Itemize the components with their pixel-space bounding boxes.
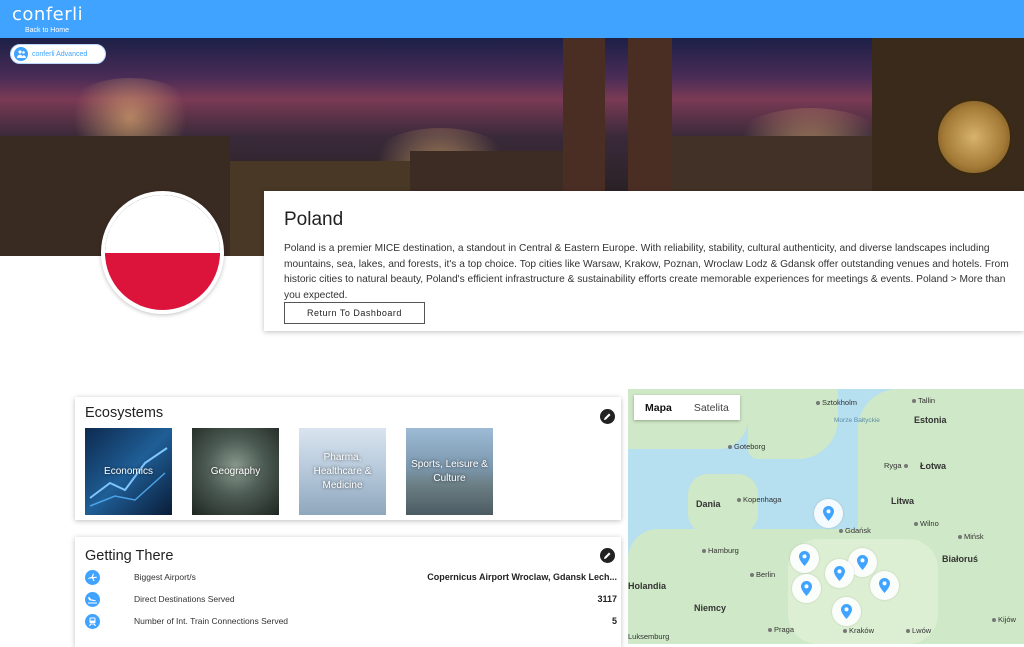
conferli-logo[interactable]: conferli xyxy=(12,4,83,25)
train-icon xyxy=(85,613,100,629)
map-city-label: Wilno xyxy=(914,519,939,528)
map-marker-krakow[interactable] xyxy=(832,597,861,626)
airplane-landing-icon xyxy=(85,591,100,607)
advanced-label: conferli Advanced xyxy=(32,50,88,58)
return-to-dashboard-button[interactable]: Return To Dashboard xyxy=(284,302,425,324)
map-city-label: Mińsk xyxy=(958,532,984,541)
row-label: Direct Destinations Served xyxy=(134,594,235,604)
ecosystem-tile-geography[interactable]: Geography xyxy=(192,428,279,515)
getting-there-row: Biggest Airport/s Copernicus Airport Wro… xyxy=(85,566,617,588)
ecosystems-title: Ecosystems xyxy=(85,405,164,421)
map-country-label: Estonia xyxy=(914,415,947,425)
clock-tower-face xyxy=(935,98,1013,176)
map-tab-satelita[interactable]: Satelita xyxy=(683,395,740,420)
getting-there-title: Getting There xyxy=(85,548,174,564)
top-bar: conferli Back to Home xyxy=(0,0,1024,38)
map-tab-mapa[interactable]: Mapa xyxy=(634,395,683,420)
map-city-label: Praga xyxy=(768,625,794,634)
map-city-label: Gdańsk xyxy=(839,526,871,535)
row-label: Number of Int. Train Connections Served xyxy=(134,616,289,626)
tile-label: Geography xyxy=(210,465,261,477)
map-country-label: Łotwa xyxy=(920,461,946,471)
getting-there-row: Direct Destinations Served 3117 xyxy=(85,588,617,610)
map-city-label: Goteborg xyxy=(728,442,765,451)
tile-label: Sports, Leisure & Culture xyxy=(411,458,488,484)
map-city-label: Berlin xyxy=(750,570,775,579)
map-city-label: Luksemburg xyxy=(628,632,670,641)
map-city-label: Lwów xyxy=(906,626,931,635)
map-type-tabs: Mapa Satelita xyxy=(634,395,740,420)
getting-there-card: Getting There Biggest Airport/s Copernic… xyxy=(75,537,621,647)
map-marker-wroclaw[interactable] xyxy=(792,574,821,603)
row-value: Copernicus Airport Wroclaw, Gdansk Lech.… xyxy=(427,572,617,582)
ecosystem-tile-sports[interactable]: Sports, Leisure & Culture xyxy=(406,428,493,515)
row-value: 3117 xyxy=(597,594,617,604)
poland-flag-avatar xyxy=(101,191,224,314)
map-city-label: Tallin xyxy=(912,396,935,405)
map-country-label: Niemcy xyxy=(694,603,727,613)
back-to-home-link[interactable]: Back to Home xyxy=(25,27,69,34)
country-title: Poland xyxy=(284,209,344,230)
map-country-label: Dania xyxy=(696,499,721,509)
country-info-card: Poland Poland is a premier MICE destinat… xyxy=(264,191,1024,331)
map-city-label: Kijów xyxy=(992,615,1016,624)
ecosystems-card: Ecosystems Economics Geography Pharma, H… xyxy=(75,397,621,520)
map-marker-poznan[interactable] xyxy=(790,544,819,573)
country-description: Poland is a premier MICE destination, a … xyxy=(284,243,1009,301)
map-city-label: Kraków xyxy=(843,626,874,635)
row-label: Biggest Airport/s xyxy=(134,572,196,582)
map-marker-lublin[interactable] xyxy=(870,571,899,600)
map-widget[interactable]: Mapa Satelita Tallin Sztokholm Estonia M… xyxy=(628,389,1024,644)
ecosystem-tile-pharma[interactable]: Pharma, Healthcare & Medicine xyxy=(299,428,386,515)
map-city-label: Sztokholm xyxy=(816,398,857,407)
map-country-label: Białoruś xyxy=(942,554,979,564)
map-city-label: Kopenhaga xyxy=(737,495,781,504)
airplane-icon xyxy=(85,569,100,585)
map-sea-label: Morze Bałtyckie xyxy=(834,417,880,424)
map-city-label: Hamburg xyxy=(702,546,739,555)
tile-label: Pharma, Healthcare & Medicine xyxy=(313,451,372,491)
edit-getting-there-icon[interactable] xyxy=(600,548,615,563)
people-icon xyxy=(14,47,28,61)
map-marker-lodz[interactable] xyxy=(825,559,854,588)
edit-ecosystems-icon[interactable] xyxy=(600,409,615,424)
ecosystem-tile-economics[interactable]: Economics xyxy=(85,428,172,515)
tile-label: Economics xyxy=(104,465,153,477)
map-country-label: Holandia xyxy=(628,581,667,591)
getting-there-row: Number of Int. Train Connections Served … xyxy=(85,610,617,632)
map-country-label: Litwa xyxy=(891,496,915,506)
row-value: 5 xyxy=(611,616,617,626)
map-marker-gdansk[interactable] xyxy=(814,499,843,528)
conferli-advanced-badge[interactable]: conferli Advanced xyxy=(10,44,106,64)
map-city-label: Ryga xyxy=(884,461,910,470)
